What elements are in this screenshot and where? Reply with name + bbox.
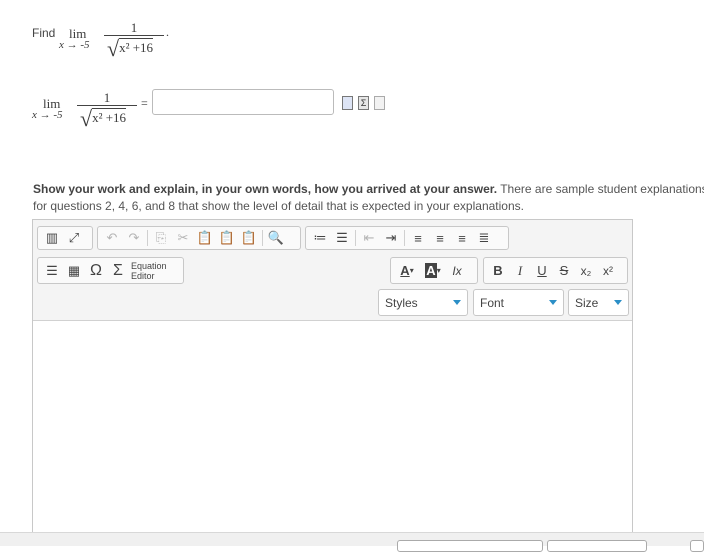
radicand: x² +16 bbox=[119, 38, 154, 55]
align-justify-icon[interactable]: ≣ bbox=[473, 228, 495, 248]
instructions-bold: Show your work and explain, in your own … bbox=[33, 182, 498, 196]
lim-subscript: x → -5 bbox=[32, 109, 63, 121]
chevron-down-icon bbox=[549, 300, 557, 305]
lim-subscript: x → -5 bbox=[59, 39, 90, 51]
sigma-icon[interactable]: Σ bbox=[107, 261, 129, 281]
bold-button[interactable]: B bbox=[487, 261, 509, 281]
numerator: 1 bbox=[130, 20, 138, 35]
sqrt-icon: √ bbox=[107, 36, 120, 61]
strikethrough-button[interactable]: S bbox=[553, 261, 575, 281]
help-icon[interactable] bbox=[374, 96, 385, 110]
align-center-icon[interactable]: ≡ bbox=[429, 228, 451, 248]
redo-icon[interactable]: ↷ bbox=[123, 228, 145, 248]
radical: √x² +16 bbox=[107, 36, 154, 62]
paste-word-icon[interactable]: 📋 bbox=[238, 228, 260, 248]
rich-text-editor: ▥ ⤢ ↶ ↷ ⎘ ✂ 📋 📋 📋 🔍 ≔ ☰ ⇤ ⇥ ≡ ≡ ≡ ≣ ☰ ▦ … bbox=[32, 219, 633, 545]
font-label: Font bbox=[480, 295, 505, 310]
answer-expression: lim x → -5 1 √x² +16 = bbox=[30, 90, 152, 132]
align-right-icon[interactable]: ≡ bbox=[451, 228, 473, 248]
indent-icon[interactable]: ⇥ bbox=[380, 228, 402, 248]
bottom-button-2[interactable] bbox=[547, 540, 647, 552]
cut-icon[interactable]: ✂ bbox=[172, 228, 194, 248]
numerator: 1 bbox=[103, 90, 111, 105]
equals-sign: = bbox=[141, 96, 148, 110]
period: . bbox=[166, 25, 169, 39]
clear-format-button[interactable]: Ix bbox=[446, 261, 468, 281]
preview-icon[interactable] bbox=[342, 96, 353, 110]
chevron-down-icon bbox=[453, 300, 461, 305]
superscript-button[interactable]: x² bbox=[597, 261, 619, 281]
size-label: Size bbox=[575, 295, 599, 310]
styles-label: Styles bbox=[385, 295, 418, 310]
separator bbox=[262, 230, 263, 246]
font-color-button[interactable]: A ▾ bbox=[394, 261, 420, 281]
toolbar-group-insert: ☰ ▦ Ω Σ Equation Editor bbox=[37, 257, 184, 284]
bottom-button-3[interactable] bbox=[690, 540, 704, 552]
editor-body[interactable] bbox=[33, 321, 632, 544]
maximize-icon[interactable]: ⤢ bbox=[63, 228, 85, 248]
sigma-icon[interactable]: Σ bbox=[358, 96, 369, 110]
outdent-icon[interactable]: ⇤ bbox=[358, 228, 380, 248]
styles-dropdown[interactable]: Styles bbox=[378, 289, 468, 316]
italic-button[interactable]: I bbox=[509, 261, 531, 281]
toolbar-group-clipboard: ↶ ↷ ⎘ ✂ 📋 📋 📋 🔍 bbox=[97, 226, 301, 250]
find-icon[interactable]: 🔍 bbox=[265, 228, 287, 248]
chevron-down-icon bbox=[614, 300, 622, 305]
equation-editor-button[interactable]: Equation Editor bbox=[131, 261, 167, 281]
paste-text-icon[interactable]: 📋 bbox=[216, 228, 238, 248]
font-dropdown[interactable]: Font bbox=[473, 289, 564, 316]
paste-icon[interactable]: 📋 bbox=[194, 228, 216, 248]
bottom-button-1[interactable] bbox=[397, 540, 543, 552]
find-label: Find bbox=[32, 26, 56, 40]
toolbar-group-paragraph: ≔ ☰ ⇤ ⇥ ≡ ≡ ≡ ≣ bbox=[305, 226, 509, 250]
question-expression: lim x → -5 1 √x² +16 . bbox=[58, 20, 178, 62]
answer-input[interactable] bbox=[152, 89, 334, 115]
bg-color-button[interactable]: A ▾ bbox=[420, 261, 446, 281]
radical: √x² +16 bbox=[80, 106, 127, 132]
separator bbox=[147, 230, 148, 246]
undo-icon[interactable]: ↶ bbox=[101, 228, 123, 248]
sqrt-icon: √ bbox=[80, 106, 93, 131]
radicand: x² +16 bbox=[92, 108, 127, 125]
source-icon[interactable]: ▥ bbox=[41, 228, 63, 248]
instructions: Show your work and explain, in your own … bbox=[33, 181, 704, 215]
toolbar-group-view: ▥ ⤢ bbox=[37, 226, 93, 250]
equation-editor-line1: Equation bbox=[131, 260, 167, 271]
toolbar-group-colors: A ▾ A ▾ Ix bbox=[390, 257, 478, 284]
separator bbox=[355, 230, 356, 246]
subscript-button[interactable]: x₂ bbox=[575, 261, 597, 281]
copy-icon[interactable]: ⎘ bbox=[150, 228, 172, 248]
bg-color-label: A bbox=[425, 263, 437, 278]
underline-button[interactable]: U bbox=[531, 261, 553, 281]
align-left-icon[interactable]: ≡ bbox=[407, 228, 429, 248]
numbered-list-icon[interactable]: ≔ bbox=[309, 228, 331, 248]
toolbar-group-basic: B I U S x₂ x² bbox=[483, 257, 628, 284]
size-dropdown[interactable]: Size bbox=[568, 289, 629, 316]
bulleted-list-icon[interactable]: ☰ bbox=[331, 228, 353, 248]
font-color-label: A bbox=[400, 263, 410, 278]
special-char-icon[interactable]: Ω bbox=[85, 261, 107, 281]
editor-toolbar: ▥ ⤢ ↶ ↷ ⎘ ✂ 📋 📋 📋 🔍 ≔ ☰ ⇤ ⇥ ≡ ≡ ≡ ≣ ☰ ▦ … bbox=[33, 220, 632, 321]
separator bbox=[404, 230, 405, 246]
horizontal-line-icon[interactable]: ☰ bbox=[41, 261, 63, 281]
table-icon[interactable]: ▦ bbox=[63, 261, 85, 281]
equation-editor-line2: Editor bbox=[131, 270, 155, 281]
